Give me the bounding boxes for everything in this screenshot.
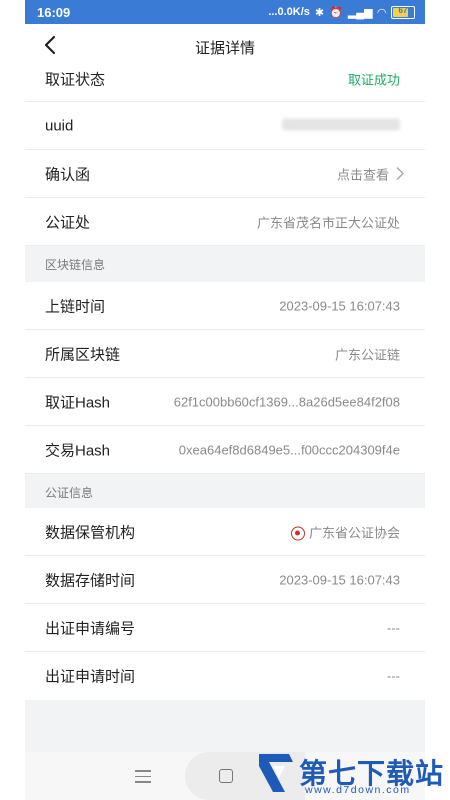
- status-time: 16:09: [37, 4, 71, 20]
- row-custodian: 数据保管机构 广东省公证协会: [25, 508, 425, 556]
- row-chain-time: 上链时间 2023-09-15 16:07:43: [25, 282, 425, 330]
- row-label: 确认函: [45, 166, 91, 183]
- row-uuid: uuid: [25, 102, 425, 150]
- row-value: 广东省公证协会: [291, 522, 400, 541]
- section-header-blockchain: 区块链信息: [25, 246, 425, 282]
- row-label: 交易Hash: [45, 442, 111, 459]
- wifi-icon: ◠: [377, 6, 386, 19]
- menu-icon[interactable]: [132, 766, 154, 786]
- row-label: 出证申请编号: [45, 620, 136, 637]
- row-value: 2023-09-15 16:07:43: [279, 298, 400, 313]
- watermark-logo-icon: [259, 754, 293, 792]
- alarm-icon: ⏰: [329, 6, 343, 19]
- row-label: uuid: [45, 117, 74, 134]
- row-label: 数据存储时间: [45, 572, 136, 589]
- row-label: 上链时间: [45, 298, 106, 315]
- phone-screen: 16:09 ...0.0K/s ✱ ⏰ ▂▄▆ ◠ 67 证据详情 取证状态 取…: [25, 0, 425, 800]
- row-label: 出证申请时间: [45, 668, 136, 686]
- section-title: 区块链信息: [45, 258, 106, 272]
- battery-level: 67: [398, 5, 408, 15]
- row-label: 公证处: [45, 214, 91, 231]
- home-square-icon[interactable]: [219, 769, 233, 783]
- network-speed: ...0.0K/s: [268, 6, 310, 18]
- row-value: 2023-09-15 16:07:43: [279, 572, 400, 587]
- row-application-time: 出证申请时间 ---: [25, 652, 425, 700]
- row-application-number: 出证申请编号 ---: [25, 604, 425, 652]
- uuid-value-blurred: [282, 118, 400, 133]
- row-storage-time: 数据存储时间 2023-09-15 16:07:43: [25, 556, 425, 604]
- row-value: 0xea64ef8d6849e5...f00ccc204309f4e: [178, 442, 400, 457]
- watermark-url: www.d7down.com: [305, 784, 411, 796]
- section-header-notary: 公证信息: [25, 474, 425, 510]
- section-title: 公证信息: [45, 486, 94, 500]
- custodian-name: 广东省公证协会: [308, 525, 400, 540]
- row-value: 广东省茂名市正大公证处: [256, 215, 400, 230]
- row-value: ---: [387, 620, 400, 635]
- row-confirmation-letter[interactable]: 确认函 点击查看: [25, 150, 425, 198]
- row-notary-office: 公证处 广东省茂名市正大公证处: [25, 198, 425, 246]
- row-label: 数据保管机构: [45, 524, 136, 541]
- row-status: 取证状态 取证成功: [25, 56, 425, 102]
- row-transaction-hash: 交易Hash 0xea64ef8d6849e5...f00ccc204309f4…: [25, 426, 425, 474]
- status-bar: 16:09 ...0.0K/s ✱ ⏰ ▂▄▆ ◠ 67: [25, 0, 425, 24]
- watermark: 第七下载站 www.d7down.com: [255, 748, 450, 800]
- view-link-label: 点击查看: [336, 167, 389, 182]
- chevron-right-icon: [396, 166, 405, 181]
- signal-icon: ▂▄▆: [347, 6, 373, 19]
- row-blockchain: 所属区块链 广东公证链: [25, 330, 425, 378]
- status-value: 取证成功: [347, 72, 400, 87]
- row-value: 广东公证链: [334, 347, 400, 362]
- status-icons: ...0.0K/s ✱ ⏰ ▂▄▆ ◠ 67: [268, 5, 425, 19]
- bluetooth-icon: ✱: [314, 6, 325, 19]
- page-title: 证据详情: [194, 40, 255, 57]
- row-label: 取证状态: [45, 71, 106, 88]
- view-link[interactable]: 点击查看: [337, 164, 405, 183]
- row-label: 所属区块链: [45, 346, 121, 363]
- row-value: 62f1c00bb60cf1369...8a26d5ee84f2f08: [173, 394, 400, 409]
- notary-seal-icon: [291, 526, 306, 541]
- row-label: 取证Hash: [45, 394, 111, 411]
- battery-icon: 67: [391, 5, 415, 19]
- row-evidence-hash: 取证Hash 62f1c00bb60cf1369...8a26d5ee84f2f…: [25, 378, 425, 426]
- row-value: ---: [387, 668, 400, 684]
